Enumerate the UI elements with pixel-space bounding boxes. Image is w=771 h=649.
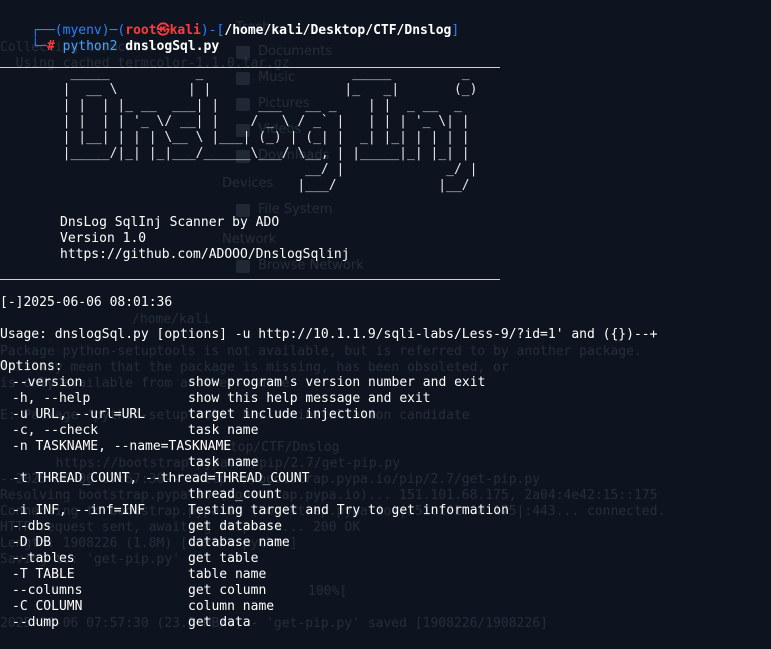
option-desc: show program's version number and exit <box>188 375 486 390</box>
option-desc: get database <box>188 519 282 534</box>
option-flag: -u URL, --url=URL <box>12 407 146 422</box>
option-desc: get column <box>188 583 267 598</box>
option-desc: task name <box>188 455 259 470</box>
option-desc: Testing target and Try to get informatio… <box>188 503 509 518</box>
ascii-logo: _____ _ _____ _ | __ \ | | |_ _| (_) | |… <box>0 66 478 193</box>
prompt-hash: # <box>46 39 55 54</box>
option-desc: get data <box>188 615 251 630</box>
option-flag: -t THREAD_COUNT, --thread=THREAD_COUNT <box>12 471 310 486</box>
option-flag: -n TASKNAME, --name=TASKNAME <box>12 439 232 454</box>
option-desc: column name <box>188 599 275 614</box>
prompt-corner-bottom: └─ <box>31 39 47 54</box>
option-flag: -h, --help <box>12 391 91 406</box>
option-desc: database name <box>188 535 290 550</box>
option-flag: -D DB <box>12 535 52 550</box>
option-flag: --dbs <box>12 519 52 534</box>
banner-version: Version 1.0 <box>60 231 147 246</box>
prompt-cwd: /home/kali/Desktop/CTF/Dnslog <box>224 23 452 38</box>
option-desc: target include injection <box>188 407 376 422</box>
prompt-line: ┌──(myenv)─(root㉿kali)-[/home/kali/Deskt… <box>0 7 459 38</box>
option-desc: task name <box>188 423 259 438</box>
options-header: Options: <box>0 359 63 374</box>
command-script: dnslogSql.py <box>125 39 220 54</box>
banner-name: DnsLog SqlInj Scanner by ADO <box>60 215 280 230</box>
option-flag: -C COLUMN <box>12 599 83 614</box>
option-desc: table name <box>188 567 267 582</box>
option-desc: show this help message and exit <box>188 391 431 406</box>
option-desc: thread_count <box>188 487 282 502</box>
option-flag: -T TABLE <box>12 567 75 582</box>
option-flag: --version <box>12 375 83 390</box>
timestamp: [-]2025-06-06 08:01:36 <box>0 295 173 310</box>
option-desc: get table <box>188 551 259 566</box>
command-name: python2 <box>62 39 118 54</box>
prompt-bracket-close: ] <box>451 23 460 38</box>
usage-line: Usage: dnslogSql.py [options] -u http://… <box>0 327 658 342</box>
option-flag: --dump <box>12 615 59 630</box>
option-flag: --columns <box>12 583 83 598</box>
terminal[interactable]: ┌──(myenv)─(root㉿kali)-[/home/kali/Deskt… <box>0 0 771 649</box>
banner-url: https://github.com/ADOOO/DnslogSqlinj <box>60 247 350 262</box>
option-flag: -c, --check <box>12 423 99 438</box>
option-flag: --tables <box>12 551 75 566</box>
option-flag: -i INF, --inf=INF <box>12 503 146 518</box>
banner-bottom-rule <box>0 279 500 280</box>
command-line[interactable]: └─# python2 dnslogSql.py <box>0 23 219 54</box>
